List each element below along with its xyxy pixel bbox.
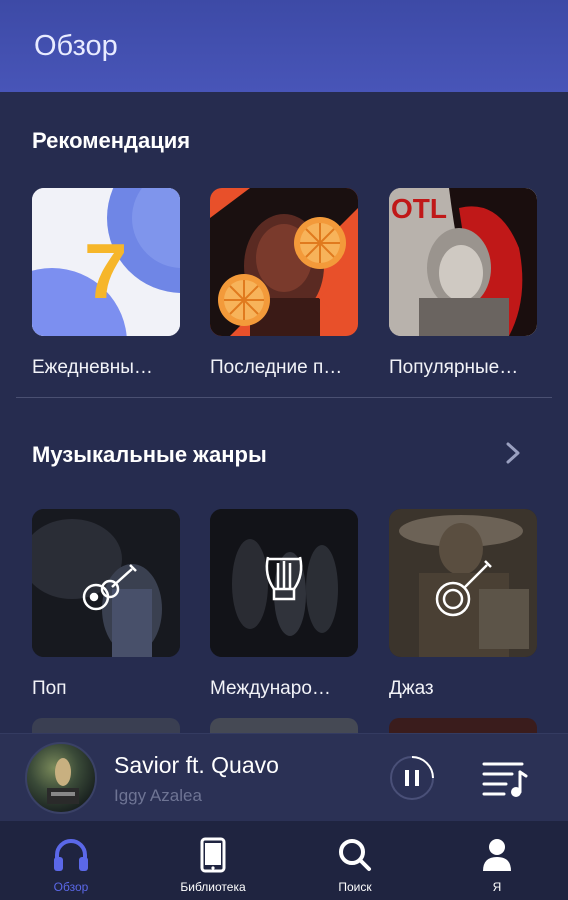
tab-label-profile: Я xyxy=(492,880,502,894)
page-title: Обзор xyxy=(34,30,118,62)
cover-art-icon xyxy=(47,758,79,804)
tab-profile[interactable]: Я xyxy=(426,821,568,900)
genre-label-jazz[interactable]: Джаз xyxy=(389,678,539,700)
genre-card-international[interactable] xyxy=(210,509,358,657)
recommendation-card-popular[interactable]: OTL xyxy=(389,188,537,336)
recommendation-label-daily[interactable]: Ежедневны… xyxy=(32,357,182,379)
recommendation-card-recent[interactable] xyxy=(210,188,358,336)
mini-player[interactable]: Savior ft. Quavo Iggy Azalea xyxy=(0,733,568,821)
section-divider xyxy=(16,397,552,398)
recent-cover-art xyxy=(210,188,358,336)
tab-label-library: Библиотека xyxy=(180,880,246,894)
genre-label-pop[interactable]: Поп xyxy=(32,678,182,700)
song-title: Savior ft. Quavo xyxy=(114,752,279,778)
chevron-right-icon[interactable] xyxy=(500,438,526,468)
international-cover-art xyxy=(210,509,358,657)
now-playing-cover[interactable] xyxy=(25,742,97,814)
recommendation-label-popular[interactable]: Популярные… xyxy=(389,357,539,379)
top-app-bar: Обзор xyxy=(0,0,568,92)
genre-card-pop[interactable] xyxy=(32,509,180,657)
recommendations-section-title: Рекомендация xyxy=(32,128,191,153)
tab-library[interactable]: Библиотека xyxy=(142,821,284,900)
playlist-queue-button[interactable] xyxy=(482,760,528,798)
recommendation-label-recent[interactable]: Последние п… xyxy=(210,357,360,379)
pause-icon xyxy=(405,770,409,786)
jazz-cover-art xyxy=(389,509,537,657)
genres-section-title: Музыкальные жанры xyxy=(32,442,267,467)
popular-cover-art: OTL xyxy=(389,188,537,336)
bottom-tab-bar: Обзор Библиотека Поиск Я xyxy=(0,821,568,900)
genre-card-next-1[interactable] xyxy=(32,718,180,734)
pause-button[interactable] xyxy=(389,755,435,801)
search-icon xyxy=(339,839,371,871)
genre-card-jazz[interactable] xyxy=(389,509,537,657)
daily-cover-art: 7 xyxy=(32,188,180,336)
headphones-icon xyxy=(54,839,88,871)
daily-badge: 7 xyxy=(84,227,127,315)
tab-label-overview: Обзор xyxy=(53,880,89,894)
tab-label-search: Поиск xyxy=(338,880,372,894)
popular-logo-text: OTL xyxy=(391,193,447,224)
tab-search[interactable]: Поиск xyxy=(284,821,426,900)
phone-icon xyxy=(200,837,226,873)
pop-cover-art xyxy=(32,509,180,657)
genre-card-next-3[interactable] xyxy=(389,718,537,734)
genre-label-international[interactable]: Междунаро… xyxy=(210,678,360,700)
song-artist: Iggy Azalea xyxy=(114,786,202,805)
user-icon xyxy=(483,839,511,871)
recommendation-card-daily[interactable]: 7 xyxy=(32,188,180,336)
genre-card-next-2[interactable] xyxy=(210,718,358,734)
tab-overview[interactable]: Обзор xyxy=(0,821,142,900)
